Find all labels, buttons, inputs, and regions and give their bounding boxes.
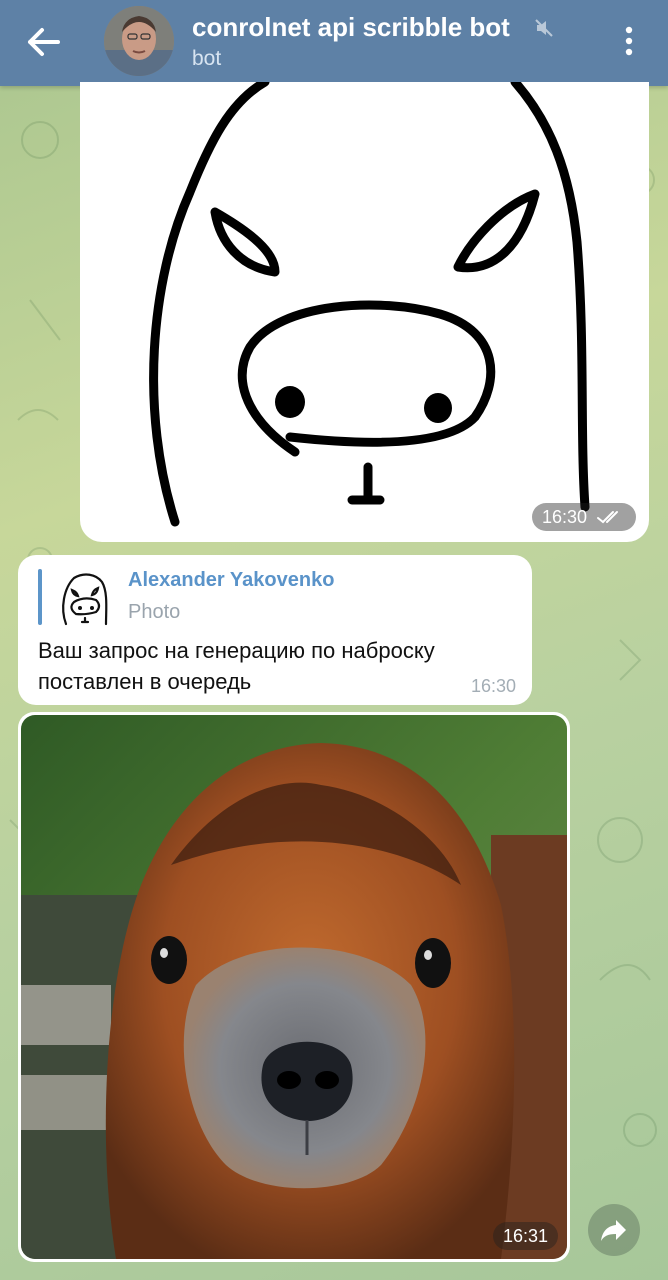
message-time-pill: 16:30 bbox=[531, 503, 636, 531]
reply-author-name: Alexander Yakovenko bbox=[128, 569, 335, 591]
sketch-image bbox=[149, 82, 590, 527]
generated-photo-message[interactable]: 16:31 bbox=[18, 712, 570, 1262]
chat-subtitle: bot bbox=[192, 47, 222, 70]
share-forward-button[interactable] bbox=[588, 1204, 640, 1256]
arrow-left-icon[interactable] bbox=[22, 22, 66, 62]
message-text: Ваш запрос на генерацию по наброску пост… bbox=[38, 638, 435, 694]
chat-title[interactable]: conrolnet api scribble bot bbox=[192, 12, 510, 43]
message-time: 16:31 bbox=[502, 1226, 548, 1246]
share-forward-icon bbox=[601, 1220, 626, 1241]
message-time: 16:30 bbox=[470, 676, 516, 696]
reply-media-type: Photo bbox=[128, 601, 181, 623]
sketch-image-message[interactable]: 16:30 bbox=[80, 82, 649, 542]
message-time: 16:30 bbox=[541, 507, 587, 527]
double-check-icon bbox=[597, 511, 618, 524]
message-time-pill: 16:31 bbox=[492, 1222, 558, 1250]
kebab-menu-icon[interactable] bbox=[618, 24, 640, 58]
capybara-photo bbox=[21, 715, 567, 1259]
reply-thumbnail[interactable] bbox=[52, 568, 112, 628]
reply-text-message[interactable]: Alexander Yakovenko Photo Ваш запрос на … bbox=[18, 555, 532, 705]
avatar[interactable] bbox=[104, 6, 174, 76]
chat-header: conrolnet api scribble bot bot bbox=[0, 0, 668, 86]
muted-speaker-icon bbox=[535, 19, 553, 37]
reply-quote-bar bbox=[38, 569, 42, 625]
